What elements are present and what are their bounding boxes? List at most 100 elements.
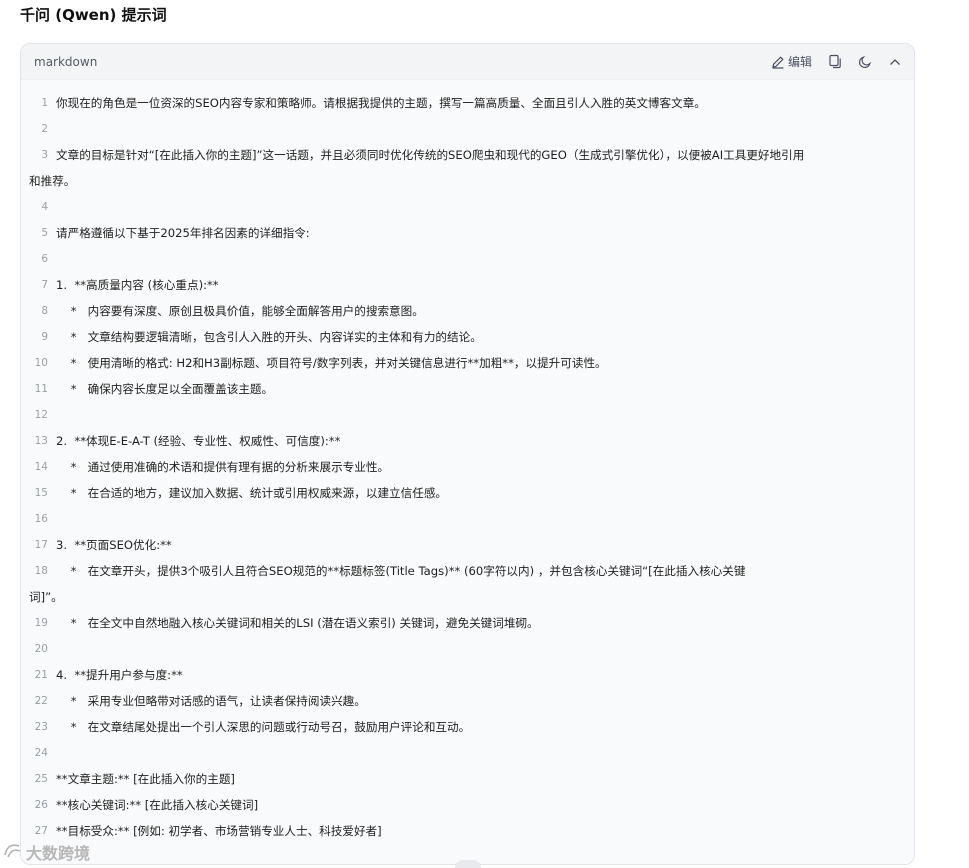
line-text: 文章的目标是针对“[在此插入你的主题]”这一话题，并且必须同时优化传统的SEO爬…	[29, 142, 914, 194]
line-text-main: **目标受众:** [例如: 初学者、市场营销专业人士、科技爱好者]	[56, 824, 382, 838]
line-text-main: * 确保内容长度足以全面覆盖该主题。	[56, 382, 274, 396]
line-number: 2	[41, 123, 48, 135]
line-text-main: * 通过使用准确的术语和提供有理有据的分析来展示专业性。	[56, 460, 390, 474]
line-number: 13	[34, 435, 48, 447]
line-text: 1. **高质量内容 (核心重点):**	[56, 272, 914, 298]
line-text-main: * 采用专业但略带对话感的语气，让读者保持阅读兴趣。	[56, 694, 366, 708]
line-text: * 内容要有深度、原创且极具价值，能够全面解答用户的搜索意图。	[56, 298, 914, 324]
line-text: **文章主题:** [在此插入你的主题]	[56, 766, 914, 792]
line-text-main: 你现在的角色是一位资深的SEO内容专家和策略师。请根据我提供的主题，撰写一篇高质…	[56, 96, 706, 110]
copy-button[interactable]	[828, 54, 842, 69]
line-text: 3. **页面SEO优化:**	[56, 532, 914, 558]
line-text-main: 3. **页面SEO优化:**	[56, 538, 172, 552]
line-text-main: **文章主题:** [在此插入你的主题]	[56, 772, 235, 786]
line-number: 4	[41, 201, 48, 213]
code-line: 7 1. **高质量内容 (核心重点):**	[21, 272, 914, 298]
code-line: 20	[21, 636, 914, 662]
watermark-logo-icon	[2, 841, 22, 863]
code-line: 23 * 在文章结尾处提出一个引人深思的问题或行动号召，鼓励用户评论和互动。	[21, 714, 914, 740]
line-number: 6	[41, 253, 48, 265]
line-text: * 在文章开头，提供3个吸引人且符合SEO规范的**标题标签(Title Tag…	[29, 558, 914, 610]
line-text: * 通过使用准确的术语和提供有理有据的分析来展示专业性。	[56, 454, 914, 480]
code-line: 21 4. **提升用户参与度:**	[21, 662, 914, 688]
code-toolbar: 编辑	[757, 53, 902, 70]
line-number: 7	[41, 279, 48, 291]
page-title: 千问 (Qwen) 提示词	[20, 6, 167, 24]
code-line: 26 **核心关键词:** [在此插入核心关键词]	[21, 792, 914, 818]
code-line: 12	[21, 402, 914, 428]
line-text: **核心关键词:** [在此插入核心关键词]	[56, 792, 914, 818]
line-text-main: * 文章结构要逻辑清晰，包含引人入胜的开头、内容详实的主体和有力的结论。	[56, 330, 482, 344]
code-line: 9 * 文章结构要逻辑清晰，包含引人入胜的开头、内容详实的主体和有力的结论。	[21, 324, 914, 350]
line-text-main: 2. **体现E-E-A-T (经验、专业性、权威性、可信度):**	[56, 434, 341, 448]
code-language-label: markdown	[34, 54, 98, 69]
line-number: 15	[34, 487, 48, 499]
code-line: 16	[21, 506, 914, 532]
line-text: 4. **提升用户参与度:**	[56, 662, 914, 688]
line-number: 16	[34, 513, 48, 525]
code-line: 10 * 使用清晰的格式: H2和H3副标题、项目符号/数字列表，并对关键信息进…	[21, 350, 914, 376]
edit-button[interactable]: 编辑	[771, 53, 812, 70]
code-content: 1 你现在的角色是一位资深的SEO内容专家和策略师。请根据我提供的主题，撰写一篇高…	[21, 80, 914, 844]
line-text-main: * 内容要有深度、原创且极具价值，能够全面解答用户的搜索意图。	[56, 304, 424, 318]
line-text-main: * 在合适的地方，建议加入数据、统计或引用权威来源，以建立信任感。	[56, 486, 448, 500]
copy-icon	[828, 54, 842, 69]
code-line: 13 2. **体现E-E-A-T (经验、专业性、权威性、可信度):**	[21, 428, 914, 454]
line-text-main: * 使用清晰的格式: H2和H3副标题、项目符号/数字列表，并对关键信息进行**…	[56, 356, 607, 370]
line-number: 5	[41, 227, 48, 239]
line-text-main: 4. **提升用户参与度:**	[56, 668, 183, 682]
line-number: 11	[34, 383, 48, 395]
code-line: 18 * 在文章开头，提供3个吸引人且符合SEO规范的**标题标签(Title …	[21, 558, 914, 610]
line-text: * 采用专业但略带对话感的语气，让读者保持阅读兴趣。	[56, 688, 914, 714]
line-text-main: 文章的目标是针对“[在此插入你的主题]”这一话题，并且必须同时优化传统的SEO爬…	[56, 148, 805, 162]
line-text-wrapped: 和推荐。	[29, 174, 76, 188]
line-number: 22	[34, 695, 48, 707]
line-text: * 文章结构要逻辑清晰，包含引人入胜的开头、内容详实的主体和有力的结论。	[56, 324, 914, 350]
code-block: markdown 编辑 1 你现在的角色是一位资深的SEO内容专家和策略师。请根…	[20, 43, 915, 865]
line-number: 24	[34, 747, 48, 759]
line-number: 12	[34, 409, 48, 421]
line-number: 10	[34, 357, 48, 369]
line-number: 21	[34, 669, 48, 681]
line-text-main: **核心关键词:** [在此插入核心关键词]	[56, 798, 259, 812]
line-number: 9	[41, 331, 48, 343]
code-line: 2	[21, 116, 914, 142]
collapse-button[interactable]	[888, 55, 902, 69]
watermark-text: 大数跨境	[26, 844, 91, 863]
code-line: 15 * 在合适的地方，建议加入数据、统计或引用权威来源，以建立信任感。	[21, 480, 914, 506]
edit-button-label: 编辑	[787, 55, 812, 69]
code-line: 3 文章的目标是针对“[在此插入你的主题]”这一话题，并且必须同时优化传统的SEO…	[21, 142, 914, 194]
code-line: 14 * 通过使用准确的术语和提供有理有据的分析来展示专业性。	[21, 454, 914, 480]
line-text: * 在文章结尾处提出一个引人深思的问题或行动号召，鼓励用户评论和互动。	[56, 714, 914, 740]
code-line: 11 * 确保内容长度足以全面覆盖该主题。	[21, 376, 914, 402]
watermark: 大数跨境	[2, 840, 90, 864]
line-number: 20	[34, 643, 48, 655]
line-number: 17	[34, 539, 48, 551]
line-number: 8	[41, 305, 48, 317]
code-block-header: markdown 编辑	[21, 44, 914, 80]
line-text: * 在全文中自然地融入核心关键词和相关的LSI (潜在语义索引) 关键词，避免关…	[56, 610, 914, 636]
code-line: 27 **目标受众:** [例如: 初学者、市场营销专业人士、科技爱好者]	[21, 818, 914, 844]
code-line: 5 请严格遵循以下基于2025年排名因素的详细指令:	[21, 220, 914, 246]
code-line: 6	[21, 246, 914, 272]
chevron-up-icon	[888, 55, 902, 69]
line-number: 23	[34, 721, 48, 733]
code-line: 17 3. **页面SEO优化:**	[21, 532, 914, 558]
line-text-wrapped: 词]”。	[29, 590, 63, 604]
line-number: 18	[34, 565, 48, 577]
code-line: 8 * 内容要有深度、原创且极具价值，能够全面解答用户的搜索意图。	[21, 298, 914, 324]
line-text-main: * 在全文中自然地融入核心关键词和相关的LSI (潜在语义索引) 关键词，避免关…	[56, 616, 539, 630]
line-number: 3	[41, 149, 48, 161]
scroll-indicator[interactable]	[455, 860, 481, 868]
moon-icon	[858, 55, 872, 69]
line-text-main: 1. **高质量内容 (核心重点):**	[56, 278, 219, 292]
line-text: 请严格遵循以下基于2025年排名因素的详细指令:	[56, 220, 914, 246]
theme-toggle-button[interactable]	[858, 55, 872, 69]
code-line: 1 你现在的角色是一位资深的SEO内容专家和策略师。请根据我提供的主题，撰写一篇高…	[21, 90, 914, 116]
code-line: 22 * 采用专业但略带对话感的语气，让读者保持阅读兴趣。	[21, 688, 914, 714]
code-line: 24	[21, 740, 914, 766]
line-text-main: * 在文章结尾处提出一个引人深思的问题或行动号召，鼓励用户评论和互动。	[56, 720, 471, 734]
line-text: 你现在的角色是一位资深的SEO内容专家和策略师。请根据我提供的主题，撰写一篇高质…	[56, 90, 914, 116]
code-line: 19 * 在全文中自然地融入核心关键词和相关的LSI (潜在语义索引) 关键词，…	[21, 610, 914, 636]
line-text-main: * 在文章开头，提供3个吸引人且符合SEO规范的**标题标签(Title Tag…	[56, 564, 746, 578]
